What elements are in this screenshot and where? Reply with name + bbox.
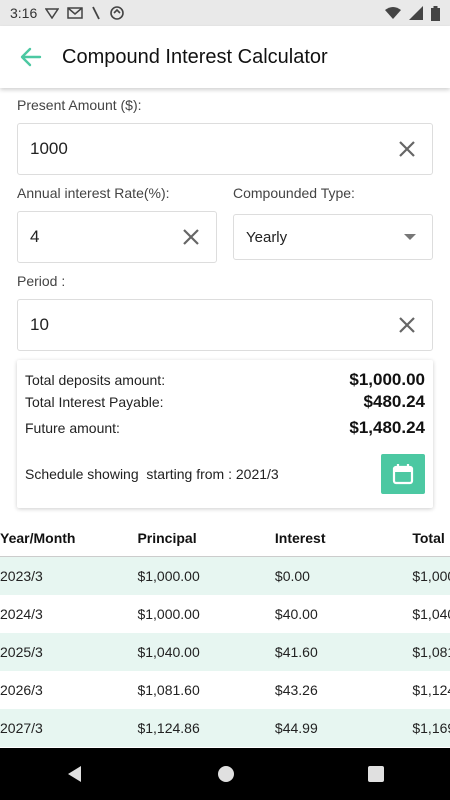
wifi-icon bbox=[385, 7, 401, 19]
table-row: 2023/3 $1,000.00 $0.00 $1,000.00 bbox=[0, 557, 450, 595]
cell-year-month: 2023/3 bbox=[0, 568, 43, 584]
status-left: 3:16 bbox=[10, 5, 125, 21]
table-row: 2024/3 $1,000.00 $40.00 $1,040.00 bbox=[0, 595, 450, 633]
table-row: 2025/3 $1,040.00 $41.60 $1,081.60 bbox=[0, 633, 450, 671]
cell-principal: $1,000.00 bbox=[137, 568, 200, 584]
cell-interest: $44.99 bbox=[274, 720, 318, 736]
battery-icon bbox=[431, 5, 440, 21]
clear-icon[interactable] bbox=[396, 138, 418, 160]
signal-icon bbox=[409, 6, 423, 20]
table-row: 2026/3 $1,081.60 $43.26 $1,124.86 bbox=[0, 671, 450, 709]
interest-rate-value[interactable]: 4 bbox=[18, 227, 180, 247]
compounded-type-value[interactable]: Yearly bbox=[234, 229, 404, 246]
cell-total: $1,081.60 bbox=[412, 644, 450, 660]
cell-principal: $1,040.00 bbox=[137, 644, 200, 660]
present-amount-label: Present Amount ($): bbox=[17, 97, 142, 113]
deposits-row: Total deposits amount: $1,000.00 bbox=[25, 370, 425, 390]
nav-recents-icon[interactable] bbox=[367, 766, 384, 782]
cell-interest: $41.60 bbox=[274, 644, 318, 660]
future-value: $1,480.24 bbox=[349, 418, 425, 437]
cell-year-month: 2026/3 bbox=[0, 682, 43, 698]
cell-year-month: 2024/3 bbox=[0, 606, 43, 622]
cell-interest: $43.26 bbox=[274, 682, 318, 698]
future-label: Future amount: bbox=[25, 420, 120, 436]
cell-principal: $1,081.60 bbox=[137, 682, 200, 698]
status-time: 3:16 bbox=[10, 5, 38, 21]
clear-icon[interactable] bbox=[180, 226, 202, 248]
header-year-month: Year/Month bbox=[0, 530, 76, 546]
schedule-text: Schedule showing starting from : 2021/3 bbox=[25, 466, 279, 482]
interest-value: $480.24 bbox=[363, 392, 425, 411]
interest-label: Total Interest Payable: bbox=[25, 394, 164, 410]
status-right bbox=[385, 5, 440, 21]
cell-total: $1,124.86 bbox=[412, 682, 450, 698]
status-bar: 3:16 bbox=[0, 0, 450, 26]
header-interest: Interest bbox=[274, 530, 326, 546]
period-field[interactable]: 10 bbox=[17, 299, 433, 351]
period-label: Period : bbox=[17, 273, 66, 289]
back-arrow-icon[interactable] bbox=[20, 46, 42, 68]
future-row: Future amount: $1,480.24 bbox=[25, 418, 425, 438]
deposits-value: $1,000.00 bbox=[349, 370, 425, 389]
slash-icon bbox=[92, 6, 101, 20]
summary-card: Total deposits amount: $1,000.00 Total I… bbox=[17, 360, 433, 508]
calendar-button[interactable] bbox=[381, 454, 425, 494]
cell-interest: $0.00 bbox=[274, 568, 310, 584]
header-total: Total bbox=[412, 530, 445, 546]
header-principal: Principal bbox=[137, 530, 197, 546]
period-value[interactable]: 10 bbox=[18, 315, 396, 335]
interest-rate-field[interactable]: 4 bbox=[17, 211, 217, 263]
dropdown-caret-icon[interactable] bbox=[404, 234, 416, 240]
page-title: Compound Interest Calculator bbox=[62, 45, 328, 68]
cell-total: $1,000.00 bbox=[412, 568, 450, 584]
nav-back-icon[interactable] bbox=[66, 765, 84, 783]
system-nav-bar bbox=[0, 748, 450, 800]
cell-year-month: 2027/3 bbox=[0, 720, 43, 736]
calendar-icon[interactable] bbox=[391, 462, 415, 486]
compounded-type-label: Compounded Type: bbox=[233, 185, 355, 201]
table-header: Year/Month Principal Interest Total bbox=[0, 520, 450, 557]
cell-year-month: 2025/3 bbox=[0, 644, 43, 660]
compounded-type-dropdown[interactable]: Yearly bbox=[233, 214, 433, 260]
cell-total: $1,169.85 bbox=[412, 720, 450, 736]
schedule-table: Year/Month Principal Interest Total 2023… bbox=[0, 520, 450, 747]
present-amount-value[interactable]: 1000 bbox=[18, 139, 396, 159]
location-arrow-icon bbox=[45, 8, 60, 19]
interest-row: Total Interest Payable: $480.24 bbox=[25, 392, 425, 412]
cell-interest: $40.00 bbox=[274, 606, 318, 622]
clear-icon[interactable] bbox=[396, 314, 418, 336]
interest-rate-label: Annual interest Rate(%): bbox=[17, 185, 170, 201]
table-row: 2027/3 $1,124.86 $44.99 $1,169.85 bbox=[0, 709, 450, 747]
cell-total: $1,040.00 bbox=[412, 606, 450, 622]
gmail-icon bbox=[67, 7, 83, 19]
cell-principal: $1,124.86 bbox=[137, 720, 200, 736]
cell-principal: $1,000.00 bbox=[137, 606, 200, 622]
present-amount-field[interactable]: 1000 bbox=[17, 123, 433, 175]
nav-home-icon[interactable] bbox=[217, 765, 235, 783]
app-bar: Compound Interest Calculator bbox=[0, 26, 450, 88]
deposits-label: Total deposits amount: bbox=[25, 372, 166, 388]
sync-icon bbox=[110, 6, 125, 20]
